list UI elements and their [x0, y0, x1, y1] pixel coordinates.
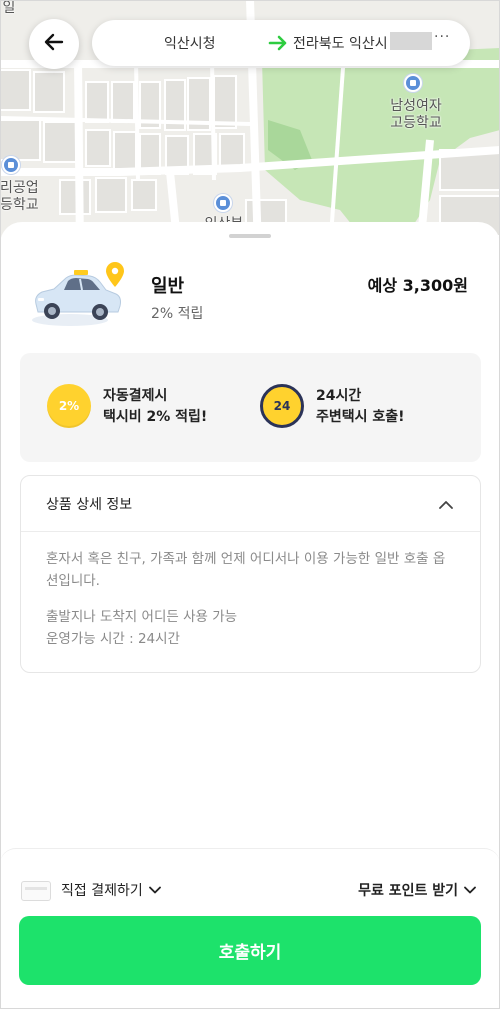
card-icon — [21, 881, 51, 901]
payment-method-selector[interactable]: 직접 결제하기 — [61, 880, 161, 900]
free-points-label: 무료 포인트 받기 — [358, 883, 458, 899]
call-taxi-button[interactable]: 호출하기 — [19, 916, 481, 985]
taxi-icon — [30, 262, 130, 330]
redacted-address — [390, 32, 432, 50]
clock-24h-icon: 24 — [260, 384, 304, 428]
chevron-down-icon — [464, 882, 476, 898]
product-detail-body: 혼자서 혹은 친구, 가족과 함께 언제 어디서나 이용 가능한 일반 호출 옵… — [46, 548, 456, 650]
back-button[interactable] — [29, 19, 79, 69]
benefit-box: 2% 자동결제시 택시비 2% 적립! 24 24시간 주변택시 호출! — [20, 353, 481, 462]
estimated-fare: 예상 3,300원 — [367, 276, 468, 295]
chevron-down-icon — [148, 882, 161, 898]
free-points-selector[interactable]: 무료 포인트 받기 — [358, 880, 476, 900]
location-pin-icon — [104, 262, 126, 292]
product-detail-header[interactable]: 상품 상세 정보 — [21, 476, 480, 532]
payment-method-label: 직접 결제하기 — [61, 883, 143, 899]
benefit-24h-line1: 24시간 — [316, 388, 362, 404]
back-arrow-icon — [42, 30, 66, 58]
benefit-autopay-line2: 택시비 2% 적립! — [103, 409, 208, 425]
route-summary[interactable]: 익산시청 전라북도 익산시 ··· — [92, 20, 470, 66]
bottom-action-bar: 직접 결제하기 무료 포인트 받기 호출하기 — [0, 848, 500, 1009]
benefit-24h: 24시간 주변택시 호출! — [316, 386, 405, 428]
product-detail-title: 상품 상세 정보 — [46, 497, 133, 513]
product-description: 혼자서 혹은 친구, 가족과 함께 언제 어디서나 이용 가능한 일반 호출 옵… — [46, 551, 446, 589]
map-label-left-school: 리공업 등학교 — [0, 180, 39, 213]
service-reward: 2% 적립 — [151, 306, 204, 322]
route-destination: 전라북도 익산시 — [293, 36, 388, 52]
service-name: 일반 — [151, 276, 185, 297]
sheet-drag-handle[interactable] — [229, 234, 271, 238]
benefit-autopay-line1: 자동결제시 — [103, 388, 168, 404]
office-pin-icon[interactable] — [214, 194, 232, 212]
route-arrow-icon — [268, 34, 288, 56]
benefit-24h-line2: 주변택시 호출! — [316, 409, 405, 425]
route-origin: 익산시청 — [164, 36, 216, 52]
route-more: ··· — [434, 29, 451, 45]
benefit-autopay: 자동결제시 택시비 2% 적립! — [103, 386, 207, 428]
school-pin-icon[interactable] — [2, 156, 20, 174]
school-pin-icon[interactable] — [404, 74, 422, 92]
product-usage: 출발지나 도착지 어디든 사용 가능 — [46, 609, 238, 625]
product-detail-card: 상품 상세 정보 혼자서 혹은 친구, 가족과 함께 언제 어디서나 이용 가능… — [20, 475, 481, 673]
coin-2-percent-icon: 2% — [47, 384, 91, 428]
map-label-right-school: 남성여자 고등학교 — [390, 98, 442, 131]
product-hours: 운영가능 시간 : 24시간 — [46, 631, 180, 647]
chevron-up-icon[interactable] — [438, 496, 454, 515]
map-label-top-left: 일 — [2, 0, 16, 16]
